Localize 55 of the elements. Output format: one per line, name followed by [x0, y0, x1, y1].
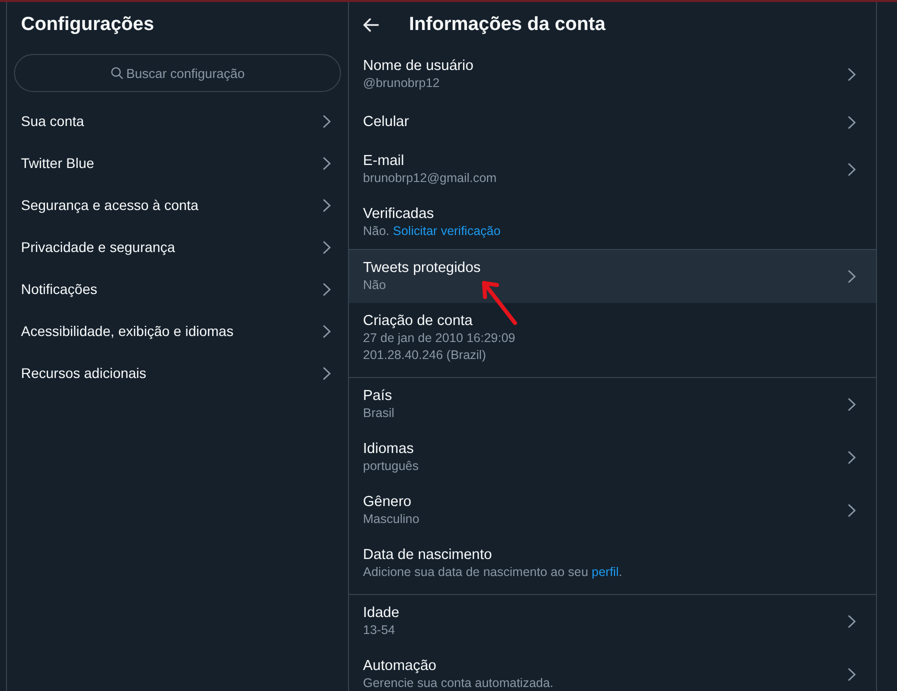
chevron-right-icon	[848, 163, 856, 176]
setting-title: País	[363, 387, 394, 405]
setting-title: Nome de usuário	[363, 57, 474, 75]
chevron-right-icon	[848, 451, 856, 464]
setting-value: 13-54	[363, 622, 396, 639]
settings-menu-item[interactable]: Segurança e acesso à conta	[7, 184, 348, 226]
setting-value: Gerencie sua conta automatizada.	[363, 675, 554, 691]
chevron-right-icon	[323, 324, 331, 338]
setting-title: E-mail	[363, 152, 406, 170]
chevron-right-icon	[323, 240, 331, 254]
setting-title: Idiomas	[363, 440, 415, 458]
setting-value: Não. Solicitar verificação	[363, 223, 501, 240]
settings-menu-item[interactable]: Recursos adicionais	[7, 352, 348, 394]
setting-value: @brunobrp12	[363, 75, 441, 92]
chevron-right-icon	[323, 282, 331, 296]
inline-link[interactable]: perfil	[592, 565, 619, 579]
settings-menu-item[interactable]: Sua conta	[7, 100, 348, 142]
chevron-right-icon	[323, 198, 331, 212]
setting-value: Brasil	[363, 405, 394, 422]
settings-menu-item[interactable]: Privacidade e segurança	[7, 226, 348, 268]
chevron-right-icon	[848, 615, 856, 628]
page-title: Informações da conta	[409, 14, 606, 36]
setting-value: 27 de jan de 2010 16:29:09	[363, 330, 516, 347]
settings-menu-item[interactable]: Acessibilidade, exibição e idiomas	[7, 310, 348, 352]
inline-link[interactable]: Solicitar verificação	[392, 224, 501, 238]
setting-value: Masculino	[363, 511, 420, 528]
account-info-row[interactable]: Tweets protegidos Não	[349, 250, 876, 303]
setting-title: Celular	[363, 113, 409, 131]
settings-menu-item[interactable]: Notificações	[7, 268, 348, 310]
search-icon	[110, 67, 122, 79]
setting-value: Adicione sua data de nascimento ao seu perfil.	[363, 564, 622, 581]
chevron-right-icon	[848, 398, 856, 411]
chevron-right-icon	[848, 68, 856, 81]
chevron-right-icon	[848, 270, 856, 283]
setting-title: Data de nascimento	[363, 546, 493, 564]
setting-value: brunobrp12@gmail.com	[363, 170, 497, 187]
setting-title: Verificadas	[363, 205, 435, 223]
chevron-right-icon	[848, 116, 856, 128]
setting-value: 201.28.40.246 (Brazil)	[363, 347, 487, 364]
back-arrow-icon[interactable]	[363, 18, 379, 32]
setting-title: Automação	[363, 657, 438, 675]
setting-title: Criação de conta	[363, 312, 474, 330]
search-field[interactable]: Buscar configuração	[14, 54, 341, 92]
setting-value: Não	[363, 277, 387, 294]
settings-title: Configurações	[21, 14, 154, 36]
chevron-right-icon	[848, 668, 856, 681]
settings-menu-item[interactable]: Twitter Blue	[7, 142, 348, 184]
chevron-right-icon	[323, 114, 331, 128]
chevron-right-icon	[848, 504, 856, 517]
chevron-right-icon	[323, 366, 331, 380]
setting-title: Tweets protegidos	[363, 259, 481, 277]
chevron-right-icon	[323, 156, 331, 170]
setting-title: Gênero	[363, 493, 412, 511]
setting-title: Idade	[363, 604, 400, 622]
setting-value: português	[363, 458, 419, 475]
